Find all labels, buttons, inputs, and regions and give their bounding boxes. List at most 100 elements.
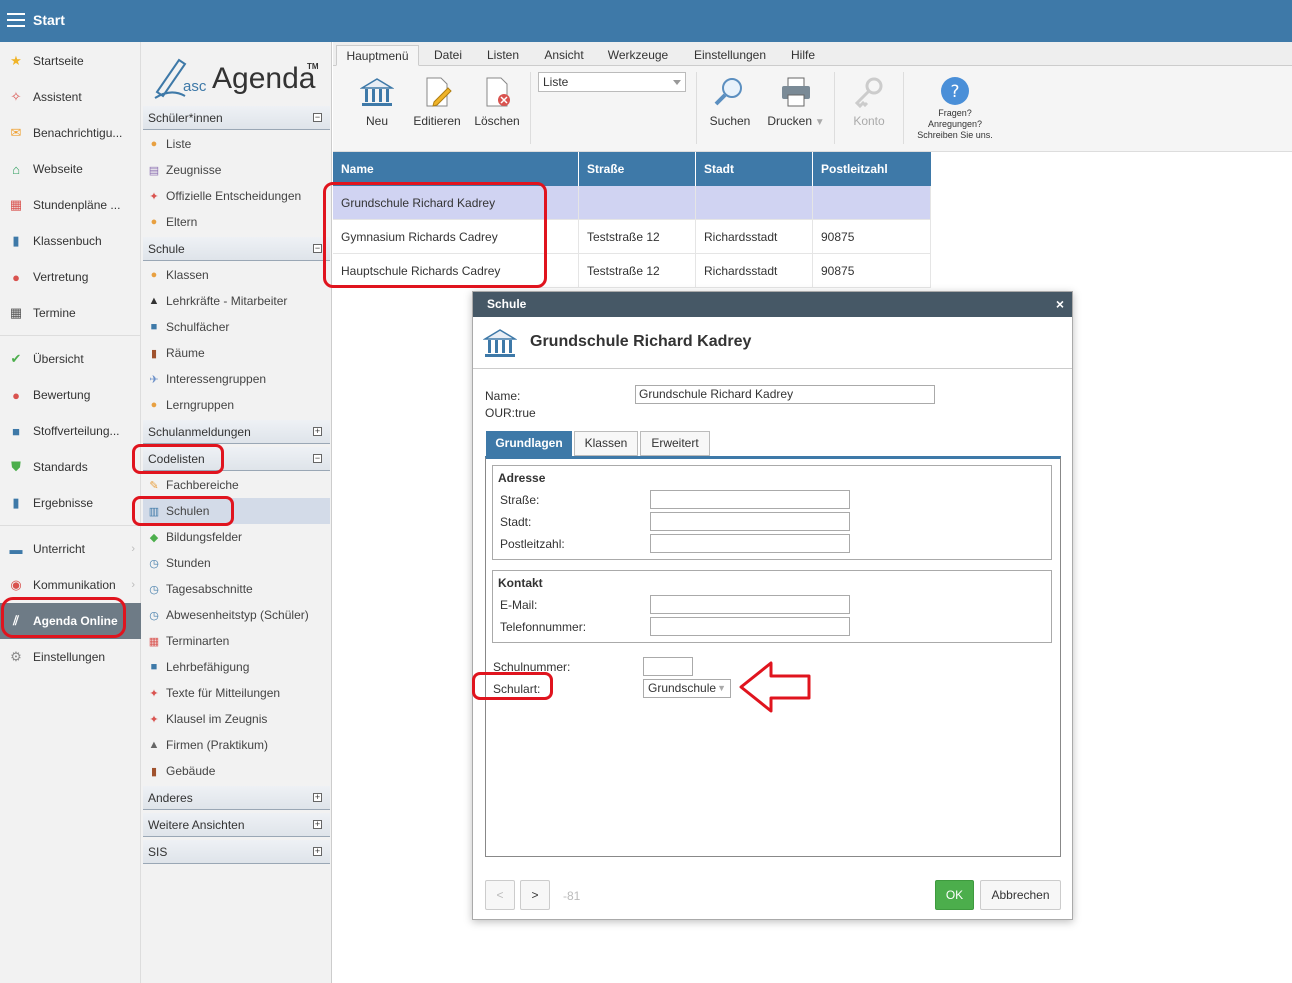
next-record-button[interactable]: > [520,880,550,910]
cancel-button[interactable]: Abbrechen [980,880,1061,910]
telefon-input[interactable] [650,617,850,636]
account-button[interactable]: Konto [848,74,890,128]
edit-button[interactable]: Editieren [411,74,463,128]
tree-item-raeume[interactable]: ▮ Räume [143,340,330,366]
table-cell[interactable]: 90875 [813,254,931,288]
new-button[interactable]: Neu [357,74,397,128]
schulart-select[interactable]: Grundschule ▼ [643,679,731,698]
tree-item-eltern[interactable]: ● Eltern [143,209,330,235]
expand-icon[interactable]: + [313,820,322,829]
tree-item-gebaeude[interactable]: ▮ Gebäude [143,758,330,784]
email-input[interactable] [650,595,850,614]
table-cell[interactable] [696,186,813,220]
sidebar-item-bewertung[interactable]: ● Bewertung [0,377,141,413]
collapse-icon[interactable]: − [313,113,322,122]
tab-werkzeuge[interactable]: Werkzeuge [601,45,675,66]
feedback-button[interactable]: ? Fragen? Anregungen? Schreiben Sie uns. [913,76,997,141]
expand-icon[interactable]: + [313,847,322,856]
tree-item-bildungsfelder[interactable]: ◆ Bildungsfelder [143,524,330,550]
delete-button[interactable]: Löschen [473,74,521,128]
print-button[interactable]: Drucken ▼ [765,74,827,128]
sidebar-item-startseite[interactable]: ★ Startseite [0,43,141,79]
sidebar-item-kommunikation[interactable]: ◉ Kommunikation › [0,567,141,603]
top-bar-title[interactable]: Start [33,12,65,28]
tree-item-klassen[interactable]: ● Klassen [143,262,330,288]
tree-item-klausel-zeugnis[interactable]: ✦ Klausel im Zeugnis [143,706,330,732]
previous-record-button[interactable]: < [485,880,515,910]
tree-item-terminarten[interactable]: ▦ Terminarten [143,628,330,654]
tab-erweitert[interactable]: Erweitert [640,431,710,456]
tab-hilfe[interactable]: Hilfe [783,45,823,66]
tab-listen[interactable]: Listen [479,45,527,66]
tree-item-abwesenheitstyp[interactable]: ◷ Abwesenheitstyp (Schüler) [143,602,330,628]
collapse-icon[interactable]: − [313,244,322,253]
tree-item-fachbereiche[interactable]: ✎ Fachbereiche [143,472,330,498]
column-header-strasse[interactable]: Straße [579,152,696,186]
table-cell[interactable]: 90875 [813,220,931,254]
table-cell[interactable] [813,186,931,220]
section-anderes[interactable]: Anderes + [143,786,330,810]
section-schulanmeldungen[interactable]: Schulanmeldungen + [143,420,330,444]
schulnummer-input[interactable] [643,657,693,676]
plz-input[interactable] [650,534,850,553]
tree-item-tagesabschnitte[interactable]: ◷ Tagesabschnitte [143,576,330,602]
sidebar-item-stundenplaene[interactable]: ▦ Stundenpläne ... [0,187,141,223]
sidebar-item-standards[interactable]: ⛊ Standards [0,449,141,485]
ok-button[interactable]: OK [935,880,974,910]
sidebar-item-vertretung[interactable]: ● Vertretung [0,259,141,295]
expand-icon[interactable]: + [313,793,322,802]
name-input[interactable]: Grundschule Richard Kadrey [635,385,935,404]
expand-icon[interactable]: + [313,427,322,436]
sidebar-item-unterricht[interactable]: ▬ Unterricht › [0,531,141,567]
tree-item-firmen[interactable]: ▲ Firmen (Praktikum) [143,732,330,758]
table-cell[interactable] [579,186,696,220]
section-sis[interactable]: SIS + [143,840,330,864]
column-header-postleitzahl[interactable]: Postleitzahl [813,152,931,186]
sidebar-item-assistent[interactable]: ✧ Assistent [0,79,141,115]
collapse-icon[interactable]: − [313,454,322,463]
column-header-stadt[interactable]: Stadt [696,152,813,186]
stadt-input[interactable] [650,512,850,531]
section-weitere-ansichten[interactable]: Weitere Ansichten + [143,813,330,837]
sidebar-item-klassenbuch[interactable]: ▮ Klassenbuch [0,223,141,259]
search-button[interactable]: Suchen [707,74,753,128]
sidebar-item-einstellungen[interactable]: ⚙ Einstellungen [0,639,141,675]
tab-ansicht[interactable]: Ansicht [536,45,592,66]
view-select[interactable]: Liste [538,72,686,92]
table-cell[interactable]: Richardsstadt [696,254,813,288]
tree-item-schulfaecher[interactable]: ■ Schulfächer [143,314,330,340]
sidebar-item-stoffverteilung[interactable]: ■ Stoffverteilung... [0,413,141,449]
hamburger-menu-icon[interactable] [7,13,25,27]
tree-item-stunden[interactable]: ◷ Stunden [143,550,330,576]
tab-datei[interactable]: Datei [425,45,471,66]
tab-einstellungen[interactable]: Einstellungen [687,45,773,66]
sidebar-item-ergebnisse[interactable]: ▮ Ergebnisse [0,485,141,521]
tree-item-liste[interactable]: ● Liste [143,131,330,157]
sidebar-item-termine[interactable]: ▦ Termine [0,295,141,331]
tree-item-schulen[interactable]: ▥ Schulen [143,498,330,524]
tab-klassen[interactable]: Klassen [574,431,638,456]
section-schule[interactable]: Schule − [143,237,330,261]
close-icon[interactable]: × [1056,292,1064,317]
tree-item-lehrkraefte[interactable]: ▲ Lehrkräfte - Mitarbeiter [143,288,330,314]
sidebar-item-uebersicht[interactable]: ✔ Übersicht [0,341,141,377]
sidebar-item-benachrichtigungen[interactable]: ✉ Benachrichtigu... [0,115,141,151]
table-cell[interactable]: Richardsstadt [696,220,813,254]
tree-item-offizielle-entscheidungen[interactable]: ✦ Offizielle Entscheidungen [143,183,330,209]
tree-item-zeugnisse[interactable]: ▤ Zeugnisse [143,157,330,183]
tab-hauptmenue[interactable]: Hauptmenü [336,45,419,66]
tree-item-interessengruppen[interactable]: ✈ Interessengruppen [143,366,330,392]
column-header-name[interactable]: Name [333,152,579,186]
tab-grundlagen[interactable]: Grundlagen [486,431,572,456]
section-codelisten[interactable]: Codelisten − [143,447,330,471]
table-cell[interactable]: Grundschule Richard Kadrey [333,186,579,220]
sidebar-item-webseite[interactable]: ⌂ Webseite [0,151,141,187]
tree-item-texte-mitteilungen[interactable]: ✦ Texte für Mitteilungen [143,680,330,706]
table-cell[interactable]: Teststraße 12 [579,220,696,254]
table-cell[interactable]: Teststraße 12 [579,254,696,288]
table-cell[interactable]: Hauptschule Richards Cadrey [333,254,579,288]
sidebar-item-agenda-online[interactable]: ⫽ Agenda Online [0,603,141,639]
tree-item-lerngruppen[interactable]: ● Lerngruppen [143,392,330,418]
strasse-input[interactable] [650,490,850,509]
tree-item-lehrbefaehigung[interactable]: ■ Lehrbefähigung [143,654,330,680]
